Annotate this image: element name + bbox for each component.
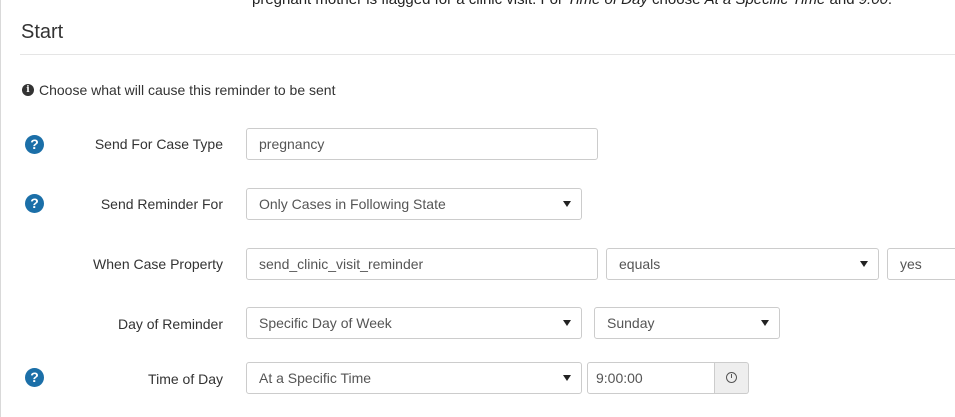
instruction-text-part: choose	[648, 0, 705, 8]
day-mode-selected-value: Specific Day of Week	[259, 315, 392, 331]
help-icon[interactable]: ?	[25, 368, 44, 387]
caret-down-icon	[563, 375, 571, 381]
time-picker-button[interactable]	[715, 362, 749, 394]
instruction-emphasis: 9:00	[859, 0, 888, 8]
section-help-text: i Choose what will cause this reminder t…	[22, 81, 335, 99]
caret-down-icon	[761, 320, 769, 326]
operator-selected-value: equals	[619, 256, 661, 272]
reminder-for-label: Send Reminder For	[100, 196, 223, 212]
help-icon[interactable]: ?	[25, 135, 44, 154]
instruction-text-part: .	[888, 0, 892, 8]
time-input[interactable]: 9:00:00	[587, 362, 715, 394]
instruction-text-fragment: pregnant mother is flagged for a clinic …	[252, 0, 892, 9]
reminder-for-select[interactable]: Only Cases in Following State	[246, 188, 582, 220]
section-help-label: Choose what will cause this reminder to …	[39, 82, 336, 98]
time-of-day-mode-select[interactable]: At a Specific Time	[246, 362, 582, 394]
caret-down-icon	[563, 201, 571, 207]
day-of-week-select[interactable]: Sunday	[594, 307, 780, 339]
caret-down-icon	[860, 261, 868, 267]
case-property-operator-select[interactable]: equals	[606, 248, 879, 280]
instruction-text-part: and	[825, 0, 858, 8]
info-icon: i	[22, 84, 34, 96]
case-property-value-input[interactable]: yes	[887, 248, 955, 280]
instruction-emphasis: At a Specific Time	[705, 0, 826, 8]
case-type-label: Send For Case Type	[94, 136, 223, 152]
section-title: Start	[21, 21, 64, 43]
time-mode-selected-value: At a Specific Time	[259, 370, 372, 386]
case-property-label: When Case Property	[93, 256, 223, 272]
case-type-input[interactable]: pregnancy	[246, 128, 598, 160]
section-divider	[20, 54, 955, 55]
instruction-emphasis: Time of Day	[567, 0, 648, 8]
time-of-day-label: Time of Day	[148, 371, 223, 387]
day-selected-value: Sunday	[607, 315, 655, 331]
reminder-for-selected-value: Only Cases in Following State	[259, 196, 446, 212]
day-of-reminder-mode-select[interactable]: Specific Day of Week	[246, 307, 582, 339]
clock-icon	[726, 372, 737, 383]
day-of-reminder-label: Day of Reminder	[117, 316, 223, 332]
panel-border	[0, 0, 1, 417]
help-icon[interactable]: ?	[25, 194, 44, 213]
instruction-text-part: pregnant mother is flagged for a clinic …	[252, 0, 567, 8]
caret-down-icon	[563, 320, 571, 326]
case-property-input[interactable]: send_clinic_visit_reminder	[246, 248, 598, 280]
